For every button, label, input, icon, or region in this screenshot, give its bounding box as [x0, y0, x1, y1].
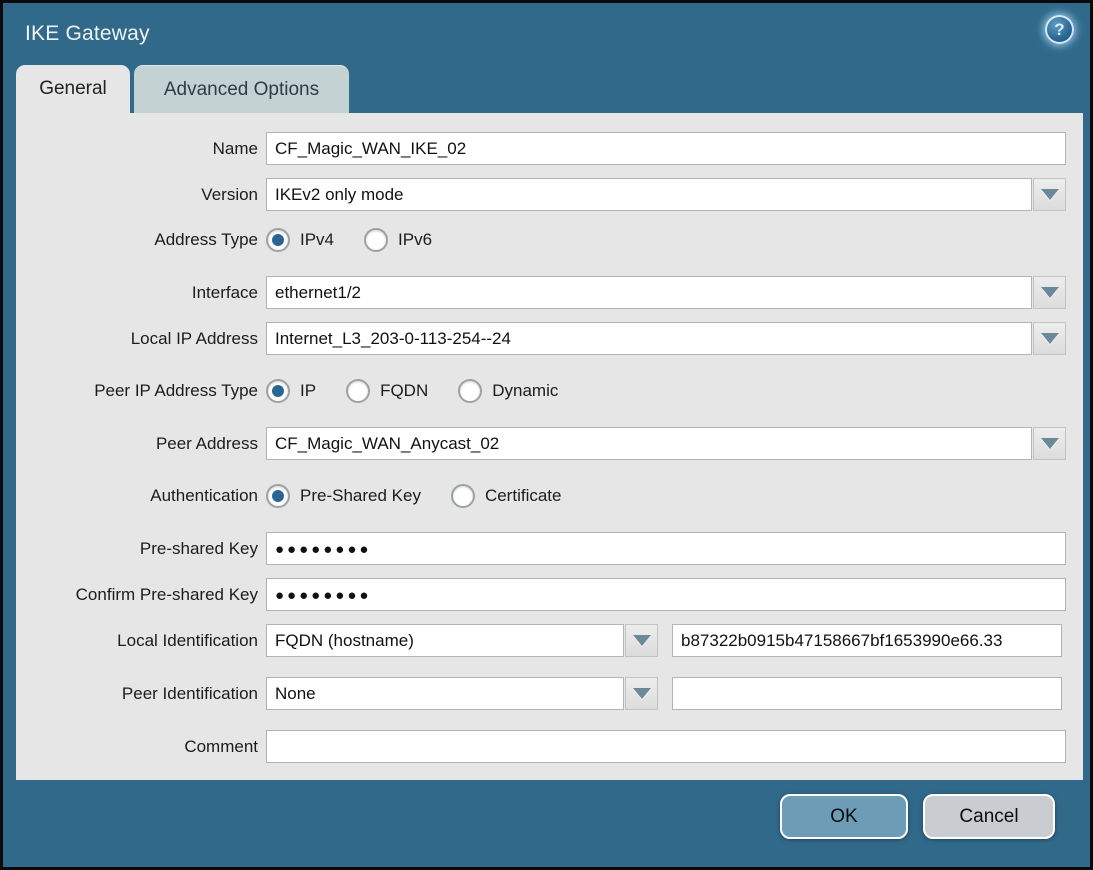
row-address-type: Address Type IPv4 IPv6 — [16, 224, 1083, 256]
radio-dynamic-label: Dynamic — [492, 381, 558, 401]
row-version: Version IKEv2 only mode — [16, 178, 1083, 211]
radio-ipv6-label: IPv6 — [398, 230, 432, 250]
dialog-footer: OK Cancel — [3, 780, 1090, 839]
row-peer-address: Peer Address CF_Magic_WAN_Anycast_02 — [16, 427, 1083, 460]
radio-ipv6[interactable]: IPv6 — [364, 228, 432, 252]
local-identification-type-value[interactable]: FQDN (hostname) — [266, 624, 624, 657]
row-comment: Comment — [16, 730, 1083, 763]
radio-certificate-circle — [451, 484, 475, 508]
row-interface: Interface ethernet1/2 — [16, 276, 1083, 309]
comment-input[interactable] — [266, 730, 1066, 763]
version-label: Version — [16, 185, 266, 205]
confirm-psk-label: Confirm Pre-shared Key — [16, 585, 266, 605]
local-ip-dropdown[interactable]: Internet_L3_203-0-113-254--24 — [266, 322, 1066, 355]
tab-general[interactable]: General — [16, 65, 130, 113]
confirm-psk-input[interactable]: ●●●●●●●● — [266, 578, 1066, 611]
radio-ipv4[interactable]: IPv4 — [266, 228, 334, 252]
local-ip-dropdown-value[interactable]: Internet_L3_203-0-113-254--24 — [266, 322, 1032, 355]
peer-address-label: Peer Address — [16, 434, 266, 454]
peer-identification-input[interactable] — [672, 677, 1062, 710]
local-identification-type-dropdown[interactable]: FQDN (hostname) — [266, 624, 658, 657]
ok-button[interactable]: OK — [780, 794, 908, 839]
radio-ipv4-label: IPv4 — [300, 230, 334, 250]
radio-dynamic-circle — [458, 379, 482, 403]
interface-dropdown-button[interactable] — [1033, 276, 1066, 309]
local-identification-label: Local Identification — [16, 631, 266, 651]
peer-ip-type-label: Peer IP Address Type — [16, 381, 266, 401]
row-local-identification: Local Identification FQDN (hostname) b87… — [16, 624, 1083, 657]
peer-address-dropdown-button[interactable] — [1033, 427, 1066, 460]
row-name: Name CF_Magic_WAN_IKE_02 — [16, 132, 1083, 165]
chevron-down-icon — [1041, 287, 1059, 298]
peer-address-dropdown[interactable]: CF_Magic_WAN_Anycast_02 — [266, 427, 1066, 460]
general-tab-panel: Name CF_Magic_WAN_IKE_02 Version IKEv2 o… — [16, 113, 1083, 780]
version-dropdown-value[interactable]: IKEv2 only mode — [266, 178, 1032, 211]
peer-address-dropdown-value[interactable]: CF_Magic_WAN_Anycast_02 — [266, 427, 1032, 460]
name-label: Name — [16, 139, 266, 159]
peer-identification-label: Peer Identification — [16, 684, 266, 704]
radio-pre-shared-key-label: Pre-Shared Key — [300, 486, 421, 506]
psk-label: Pre-shared Key — [16, 539, 266, 559]
version-dropdown-button[interactable] — [1033, 178, 1066, 211]
radio-ipv6-circle — [364, 228, 388, 252]
radio-certificate[interactable]: Certificate — [451, 484, 562, 508]
address-type-label: Address Type — [16, 230, 266, 250]
radio-fqdn[interactable]: FQDN — [346, 379, 428, 403]
chevron-down-icon — [1041, 333, 1059, 344]
radio-ip-circle — [266, 379, 290, 403]
local-identification-input[interactable]: b87322b0915b47158667bf1653990e66.33 — [672, 624, 1062, 657]
row-peer-identification: Peer Identification None — [16, 677, 1083, 710]
radio-pre-shared-key[interactable]: Pre-Shared Key — [266, 484, 421, 508]
radio-ip-label: IP — [300, 381, 316, 401]
interface-dropdown-value[interactable]: ethernet1/2 — [266, 276, 1032, 309]
help-icon[interactable]: ? — [1045, 15, 1074, 44]
local-identification-type-button[interactable] — [625, 624, 658, 657]
chevron-down-icon — [1041, 438, 1059, 449]
peer-identification-type-value[interactable]: None — [266, 677, 624, 710]
local-ip-label: Local IP Address — [16, 329, 266, 349]
ike-gateway-dialog: IKE Gateway ? General Advanced Options N… — [0, 0, 1093, 870]
chevron-down-icon — [633, 635, 651, 646]
radio-pre-shared-key-circle — [266, 484, 290, 508]
peer-identification-type-button[interactable] — [625, 677, 658, 710]
radio-ipv4-circle — [266, 228, 290, 252]
tab-advanced-options[interactable]: Advanced Options — [134, 65, 349, 113]
tab-bar: General Advanced Options — [3, 65, 1090, 113]
row-psk: Pre-shared Key ●●●●●●●● — [16, 532, 1083, 565]
row-peer-ip-type: Peer IP Address Type IP FQDN Dynamic — [16, 375, 1083, 407]
chevron-down-icon — [633, 688, 651, 699]
tab-advanced-options-label: Advanced Options — [164, 79, 319, 101]
tab-general-label: General — [39, 78, 107, 100]
titlebar: IKE Gateway — [3, 3, 1090, 65]
cancel-button[interactable]: Cancel — [923, 794, 1055, 839]
row-authentication: Authentication Pre-Shared Key Certificat… — [16, 480, 1083, 512]
local-ip-dropdown-button[interactable] — [1033, 322, 1066, 355]
authentication-label: Authentication — [16, 486, 266, 506]
radio-fqdn-label: FQDN — [380, 381, 428, 401]
interface-dropdown[interactable]: ethernet1/2 — [266, 276, 1066, 309]
peer-identification-type-dropdown[interactable]: None — [266, 677, 658, 710]
radio-dynamic[interactable]: Dynamic — [458, 379, 558, 403]
dialog-title: IKE Gateway — [25, 22, 150, 46]
radio-ip[interactable]: IP — [266, 379, 316, 403]
radio-certificate-label: Certificate — [485, 486, 562, 506]
interface-label: Interface — [16, 283, 266, 303]
row-confirm-psk: Confirm Pre-shared Key ●●●●●●●● — [16, 578, 1083, 611]
row-local-ip: Local IP Address Internet_L3_203-0-113-2… — [16, 322, 1083, 355]
chevron-down-icon — [1041, 189, 1059, 200]
psk-input[interactable]: ●●●●●●●● — [266, 532, 1066, 565]
version-dropdown[interactable]: IKEv2 only mode — [266, 178, 1066, 211]
comment-label: Comment — [16, 737, 266, 757]
radio-fqdn-circle — [346, 379, 370, 403]
name-input[interactable]: CF_Magic_WAN_IKE_02 — [266, 132, 1066, 165]
